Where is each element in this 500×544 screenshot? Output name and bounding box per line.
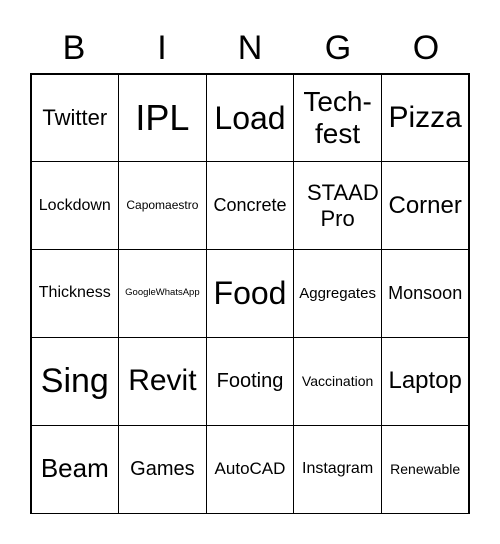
cell-label: Lockdown (38, 196, 111, 214)
cell-label: AutoCAD (214, 459, 286, 479)
bingo-cell[interactable]: Corner (380, 161, 470, 251)
bingo-cell[interactable]: Footing (205, 336, 295, 426)
bingo-cell[interactable]: Concrete (205, 161, 295, 251)
cell-label: Concrete (213, 195, 287, 216)
cell-label: Pizza (388, 100, 462, 134)
bingo-cell[interactable]: Beam (30, 424, 120, 514)
bingo-cell[interactable]: Games (118, 424, 207, 514)
cell-label: Instagram (302, 459, 374, 477)
bingo-cell[interactable]: Renewable (380, 424, 470, 514)
cell-label: Renewable (390, 461, 461, 478)
bingo-cell[interactable]: GoogleWhatsApp (118, 249, 207, 338)
bingo-cell[interactable]: Instagram (293, 424, 382, 514)
bingo-cell[interactable]: Lockdown (30, 161, 120, 251)
cell-label: Sing (40, 361, 109, 400)
cell-label: Laptop (388, 367, 462, 395)
header-letter-i: I (157, 29, 167, 67)
cell-label: STAAD Pro (307, 180, 379, 231)
bingo-cell[interactable]: Monsoon (380, 249, 470, 338)
bingo-cell[interactable]: Food (205, 249, 295, 338)
bingo-cell[interactable]: Aggregates (293, 249, 382, 338)
header-letter-b: B (62, 29, 86, 67)
cell-label: Aggregates (299, 284, 376, 302)
bingo-cell[interactable]: Tech-fest (293, 73, 382, 163)
bingo-cell[interactable]: Pizza (380, 73, 470, 163)
bingo-cell[interactable]: AutoCAD (205, 424, 295, 514)
cell-label: IPL (135, 97, 190, 139)
header-letter-g: G (324, 29, 352, 67)
cell-label: Monsoon (388, 283, 463, 304)
cell-label: Footing (216, 369, 284, 392)
bingo-cell[interactable]: STAAD Pro (293, 161, 382, 251)
bingo-cell[interactable]: Sing (30, 336, 120, 426)
bingo-cell[interactable]: IPL (118, 73, 207, 163)
bingo-cell[interactable]: Load (205, 73, 295, 163)
cell-label: Capomaestro (126, 197, 199, 212)
bingo-grid: Twitter IPL Load Tech-fest Pizza Lockdown Capo… (30, 73, 470, 514)
bingo-cell[interactable]: Revit (118, 336, 207, 426)
cell-label: GoogleWhatsApp (125, 287, 200, 299)
cell-label: Revit (128, 364, 197, 398)
bingo-header: B I N G O (30, 26, 470, 70)
cell-label: Corner (388, 191, 462, 219)
cell-label: Twitter (42, 105, 108, 131)
bingo-cell[interactable]: Twitter (30, 73, 120, 163)
cell-label: Beam (40, 453, 109, 484)
bingo-cell[interactable]: Laptop (380, 336, 470, 426)
cell-label: Vaccination (301, 373, 374, 390)
cell-label: Load (214, 99, 286, 136)
header-letter-o: O (412, 29, 440, 67)
cell-label: Food (213, 275, 287, 312)
cell-label: Games (130, 457, 195, 480)
bingo-cell[interactable]: Vaccination (293, 336, 382, 426)
bingo-cell[interactable]: Thickness (30, 249, 120, 338)
bingo-cell[interactable]: Capomaestro (118, 161, 207, 251)
header-letter-n: N (237, 29, 263, 67)
cell-label: Tech-fest (303, 85, 372, 149)
cell-label: Thickness (38, 284, 111, 302)
